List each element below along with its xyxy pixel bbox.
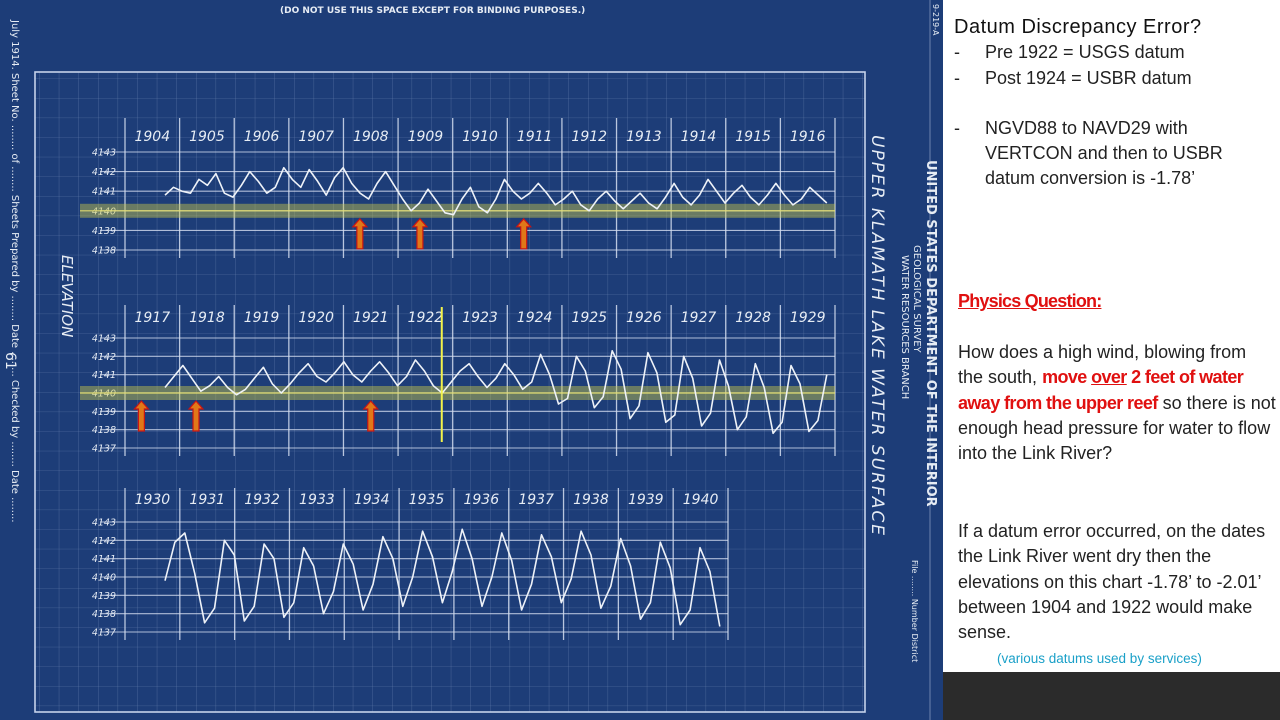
year-label: 1909 xyxy=(408,129,444,145)
year-label: 1921 xyxy=(353,310,389,326)
physics-question-heading: Physics Question: xyxy=(958,291,1102,311)
year-label: 1932 xyxy=(244,492,280,508)
year-label: 1915 xyxy=(735,129,771,145)
elevation-tick-label: 4141 xyxy=(92,187,116,198)
binding-header-text: (DO NOT USE THIS SPACE EXCEPT FOR BINDIN… xyxy=(280,6,585,16)
year-label: 1907 xyxy=(298,129,334,145)
year-label: 1928 xyxy=(735,310,771,326)
year-label: 1929 xyxy=(790,310,826,326)
elevation-tick-label: 4139 xyxy=(92,407,116,418)
year-label: 1908 xyxy=(353,129,389,145)
year-label: 1940 xyxy=(683,492,719,508)
year-label: 1916 xyxy=(790,129,826,145)
year-label: 1910 xyxy=(462,129,498,145)
elevation-tick-label: 4143 xyxy=(92,148,116,159)
sidebar-footer-bar xyxy=(943,672,1280,720)
elevation-tick-label: 4137 xyxy=(92,444,116,455)
elevation-tick-label: 4138 xyxy=(92,425,116,436)
elevation-tick-label: 4137 xyxy=(92,628,116,639)
datums-note: (various datums used by services) xyxy=(997,651,1202,666)
year-label: 1923 xyxy=(462,310,498,326)
blueprint-chart-image: (DO NOT USE THIS SPACE EXCEPT FOR BINDIN… xyxy=(0,0,943,720)
year-label: 1918 xyxy=(189,310,225,326)
sidebar-title: Datum Discrepancy Error? xyxy=(954,16,1202,38)
form-code: 9-219-A xyxy=(931,4,940,36)
year-label: 1935 xyxy=(409,492,445,508)
left-margin-text: July 1914. Sheet No. ........ of .......… xyxy=(9,19,20,523)
vertical-agency-1: UNITED STATES DEPARTMENT OF THE INTERIOR xyxy=(923,160,938,507)
year-label: 1934 xyxy=(354,492,390,508)
vertical-agency-2: GEOLOGICAL SURVEY xyxy=(911,245,922,354)
year-label: 1930 xyxy=(135,492,171,508)
year-label: 1927 xyxy=(681,310,717,326)
elevation-tick-label: 4138 xyxy=(92,246,116,257)
year-label: 1936 xyxy=(463,492,499,508)
elevation-tick-label: 4141 xyxy=(92,554,116,565)
elevation-tick-label: 4142 xyxy=(92,536,116,547)
year-label: 1933 xyxy=(299,492,335,508)
vertical-agency-3: WATER RESOURCES BRANCH xyxy=(899,255,910,399)
year-label: 1919 xyxy=(244,310,280,326)
elevation-tick-label: 4143 xyxy=(92,518,116,529)
year-label: 1926 xyxy=(626,310,662,326)
elevation-tick-label: 4143 xyxy=(92,334,116,345)
page-number: 61 xyxy=(2,352,18,370)
year-label: 1906 xyxy=(244,129,280,145)
elevation-tick-label: 4139 xyxy=(92,591,116,602)
year-label: 1914 xyxy=(681,129,717,145)
year-label: 1917 xyxy=(134,310,170,326)
year-label: 1904 xyxy=(134,129,170,145)
year-label: 1938 xyxy=(573,492,609,508)
elevation-tick-label: 4139 xyxy=(92,226,116,237)
elevation-tick-label: 4138 xyxy=(92,609,116,620)
year-label: 1913 xyxy=(626,129,662,145)
year-label: 1905 xyxy=(189,129,225,145)
year-label: 1924 xyxy=(517,310,553,326)
year-label: 1912 xyxy=(571,129,607,145)
elevation-tick-label: 4142 xyxy=(92,167,116,178)
elevation-tick-label: 4140 xyxy=(92,573,116,584)
year-label: 1922 xyxy=(408,310,444,326)
annotation-sidebar: Datum Discrepancy Error? - Pre 1922 = US… xyxy=(943,0,1280,672)
year-label: 1920 xyxy=(298,310,334,326)
elevation-tick-label: 4141 xyxy=(92,370,116,381)
year-label: 1931 xyxy=(189,492,225,508)
datum-error-paragraph: If a datum error occurred, on the dates … xyxy=(958,521,1266,643)
year-label: 1939 xyxy=(628,492,664,508)
elevation-axis-label: ELEVATION xyxy=(58,255,76,337)
physics-question-text: How does a high wind, blowing from the s… xyxy=(958,342,1276,464)
year-label: 1937 xyxy=(518,492,554,508)
elevation-tick-label: 4142 xyxy=(92,352,116,363)
year-label: 1911 xyxy=(517,129,553,145)
right-margin-text: File ........ Number District xyxy=(910,560,919,662)
vertical-main-title: UPPER KLAMATH LAKE WATER SURFACE xyxy=(867,135,887,537)
year-label: 1925 xyxy=(571,310,607,326)
